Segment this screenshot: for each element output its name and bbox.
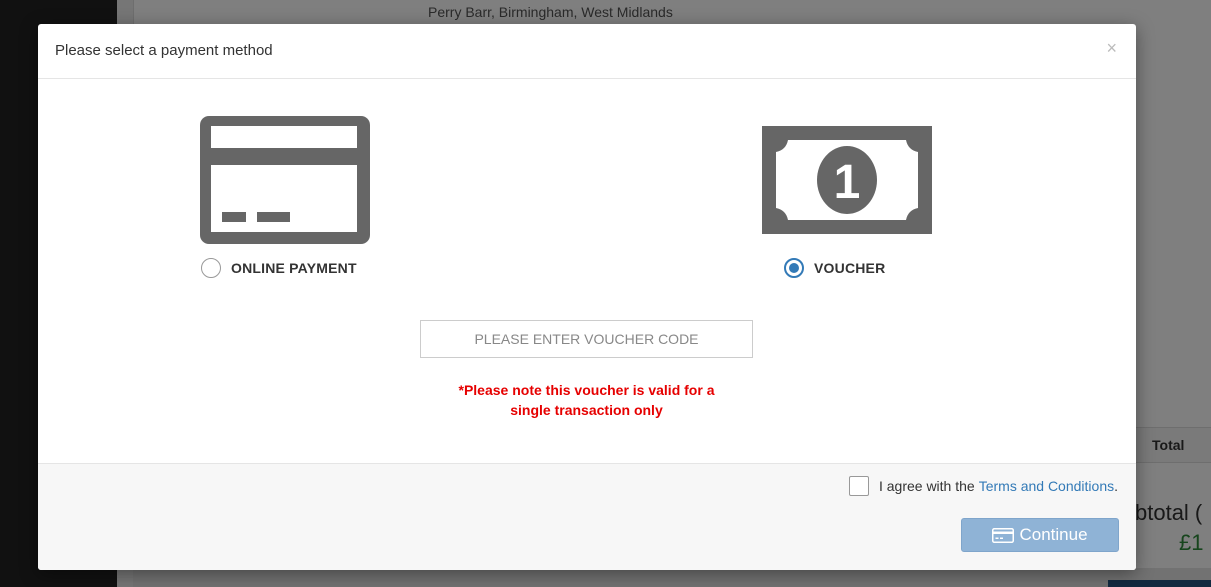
svg-text:1: 1 bbox=[834, 156, 861, 209]
voucher-note-line-2: single transaction only bbox=[510, 402, 663, 418]
continue-button[interactable]: Continue bbox=[961, 518, 1119, 552]
payment-method-modal: Please select a payment method × 1 ONLIN… bbox=[38, 24, 1136, 570]
online-payment-option[interactable]: ONLINE PAYMENT bbox=[201, 258, 357, 278]
voucher-label[interactable]: VOUCHER bbox=[814, 260, 885, 276]
online-payment-label[interactable]: ONLINE PAYMENT bbox=[231, 260, 357, 276]
continue-label: Continue bbox=[1019, 525, 1088, 544]
terms-checkbox[interactable] bbox=[848, 476, 869, 496]
voucher-note: *Please note this voucher is valid for a… bbox=[420, 380, 753, 420]
voucher-radio[interactable] bbox=[784, 258, 804, 278]
credit-card-icon[interactable] bbox=[200, 116, 370, 244]
terms-agreement: I agree with the Terms and Conditions . bbox=[848, 476, 1118, 496]
modal-title: Please select a payment method bbox=[55, 42, 273, 59]
terms-suffix: . bbox=[1114, 478, 1118, 494]
voucher-note-line-1: *Please note this voucher is valid for a bbox=[458, 382, 715, 398]
credit-card-icon bbox=[992, 527, 1015, 543]
online-payment-radio[interactable] bbox=[201, 258, 221, 278]
modal-footer: I agree with the Terms and Conditions . … bbox=[38, 463, 1136, 570]
close-icon[interactable]: × bbox=[1106, 38, 1117, 59]
banknote-icon[interactable]: 1 bbox=[762, 126, 932, 234]
terms-link[interactable]: Terms and Conditions bbox=[979, 478, 1114, 494]
voucher-code-input[interactable] bbox=[420, 320, 753, 358]
voucher-option[interactable]: VOUCHER bbox=[784, 258, 885, 278]
terms-prefix: I agree with the bbox=[878, 478, 975, 494]
modal-header: Please select a payment method × bbox=[38, 24, 1136, 79]
